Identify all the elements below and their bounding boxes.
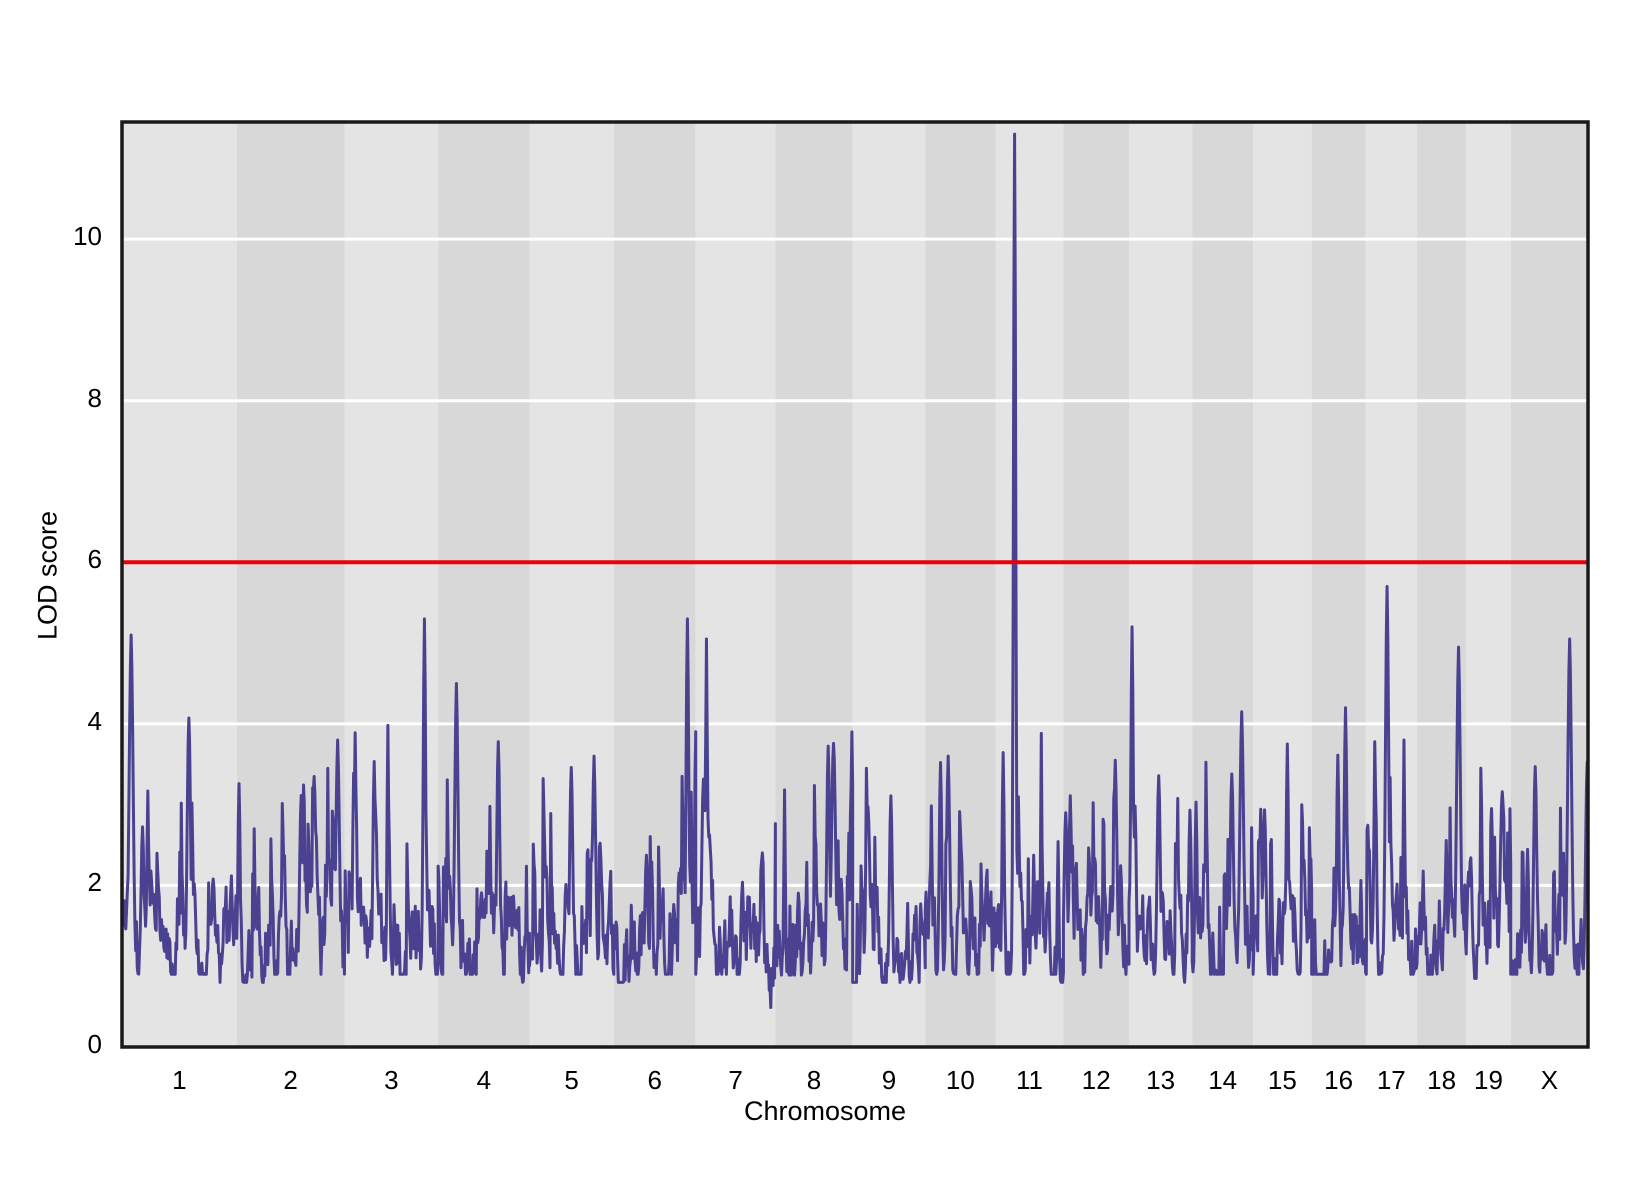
x-tick-label-11: 11: [1015, 1065, 1043, 1095]
x-tick-label-6: 6: [647, 1065, 662, 1095]
x-tick-label-19: 19: [1474, 1065, 1503, 1095]
y-tick-label-4: 4: [87, 705, 102, 736]
y-tick-label-0: 0: [87, 1029, 102, 1059]
y-tick-label-10: 10: [73, 221, 102, 252]
plot-canvas: [120, 120, 1590, 1049]
x-tick-label-14: 14: [1208, 1065, 1238, 1095]
x-tick-label-10: 10: [945, 1065, 975, 1095]
x-axis-title: Chromosome: [743, 1096, 907, 1126]
x-tick-label-7: 7: [728, 1065, 743, 1095]
y-axis-title: LOD score: [32, 510, 63, 641]
lod-plot-figure: LOD score Chromosome 0 2 4 6 8 10 1 2 3 4 5 6 7 8 9 10…: [0, 0, 1650, 1200]
x-tick-label-5: 5: [564, 1065, 579, 1095]
x-tick-label-3: 3: [384, 1065, 399, 1095]
x-tick-label-8: 8: [806, 1065, 822, 1095]
x-tick-label-12: 12: [1081, 1065, 1111, 1095]
x-tick-label-2: 2: [283, 1065, 298, 1095]
chromosome-band-6: [613, 122, 696, 1047]
y-tick-label-6: 6: [87, 544, 102, 575]
x-tick-label-X: X: [1540, 1065, 1559, 1095]
x-tick-label-9: 9: [881, 1065, 897, 1095]
x-tick-label-13: 13: [1146, 1065, 1176, 1095]
x-tick-label-15: 15: [1267, 1065, 1297, 1095]
y-tick-label-2: 2: [87, 867, 102, 898]
x-tick-label-4: 4: [476, 1065, 492, 1095]
x-tick-label-16: 16: [1324, 1065, 1354, 1095]
x-tick-label-1: 1: [172, 1065, 187, 1095]
y-tick-label-8: 8: [87, 382, 102, 413]
